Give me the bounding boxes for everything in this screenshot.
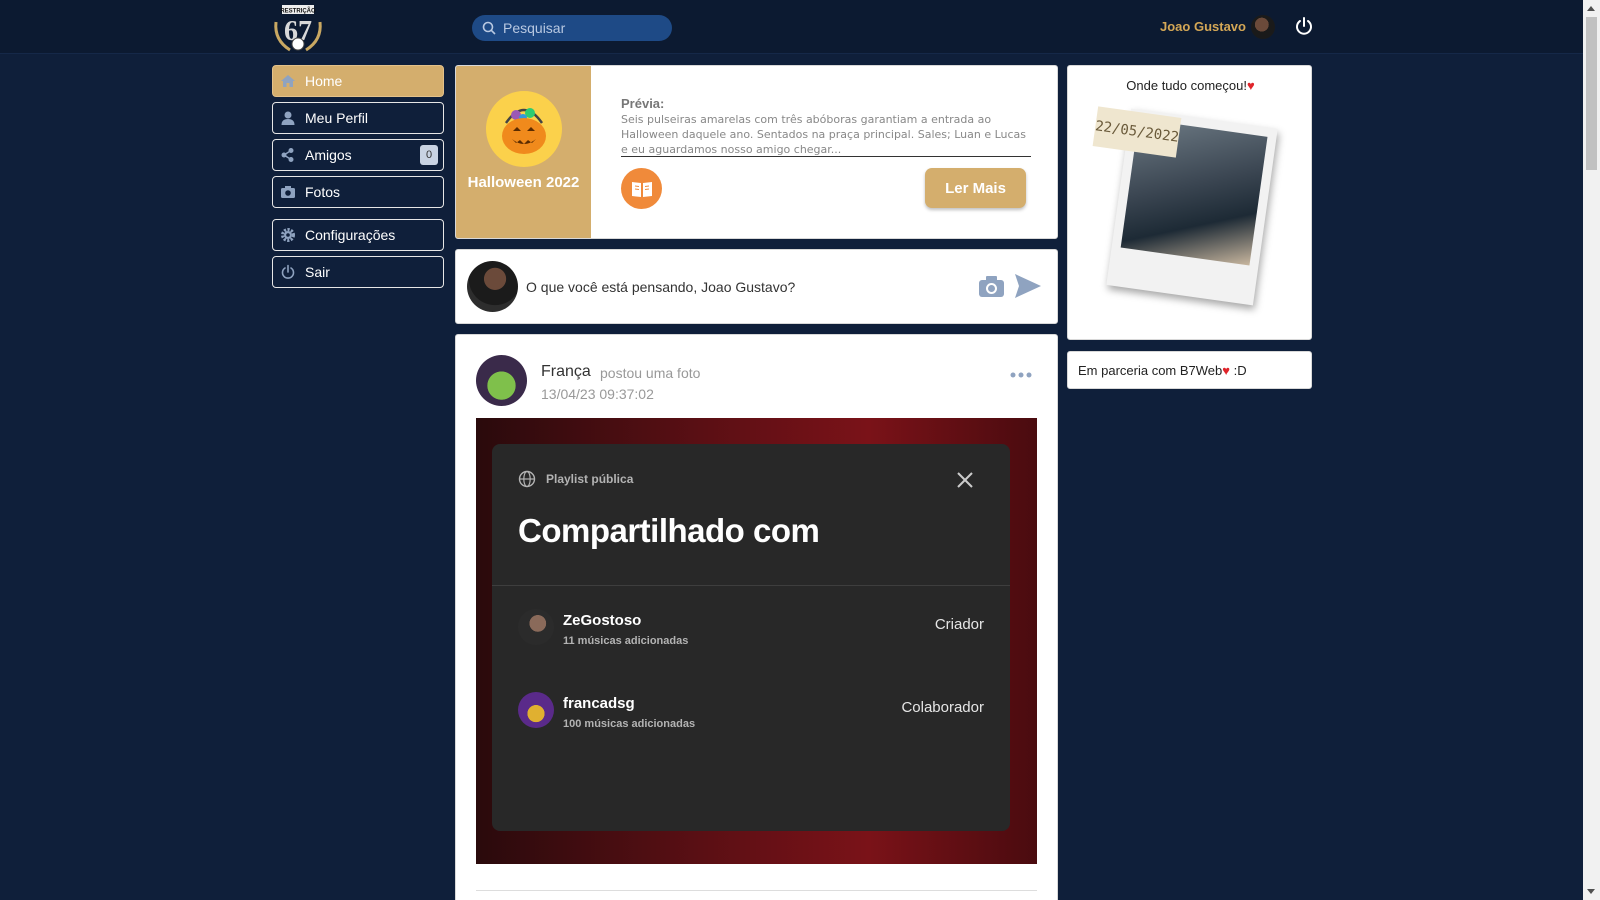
scroll-down-arrow[interactable] [1587, 889, 1595, 894]
user-icon [281, 111, 295, 125]
partner-suffix: :D [1233, 363, 1247, 378]
user-avatar[interactable] [1251, 15, 1275, 39]
open-book-button[interactable] [621, 168, 662, 209]
memory-title-text: Onde tudo começou! [1126, 78, 1247, 93]
sidebar-item-home[interactable]: Home [272, 65, 444, 97]
book-icon [631, 181, 652, 197]
sidebar-item-label: Configurações [305, 227, 396, 243]
sidebar-item-photos[interactable]: Fotos [272, 176, 444, 208]
camera-icon [281, 186, 295, 198]
sidebar-item-logout[interactable]: Sair [272, 256, 444, 288]
preview-text: Seis pulseiras amarelas com três abóbora… [621, 112, 1031, 157]
restricao-67-logo[interactable]: RESTRIÇÃO 67 [270, 2, 326, 54]
avatar [518, 609, 554, 645]
sidebar-item-label: Fotos [305, 184, 341, 200]
sidebar-item-label: Sair [305, 264, 330, 280]
top-bar: RESTRIÇÃO 67 Joao Gustavo [0, 0, 1583, 54]
divider [476, 890, 1037, 891]
story-highlight-card: Halloween 2022 Prévia: Seis pulseiras am… [455, 65, 1058, 239]
heart-icon: ♥ [1246, 78, 1255, 93]
friends-icon [281, 148, 294, 162]
sidebar-item-profile[interactable]: Meu Perfil [272, 102, 444, 134]
page-scrollbar[interactable] [1583, 0, 1600, 900]
feed-post: França postou uma foto 13/04/23 09:37:02… [455, 334, 1058, 900]
user-name[interactable]: Joao Gustavo [1160, 19, 1246, 34]
member-name: francadsg [563, 695, 635, 712]
send-icon[interactable] [1014, 272, 1042, 300]
home-icon [281, 75, 295, 87]
composer-input[interactable]: O que você está pensando, Joao Gustavo? [526, 279, 795, 295]
more-options-icon[interactable] [1010, 372, 1032, 378]
avatar [518, 692, 554, 728]
divider [492, 585, 1010, 586]
power-icon[interactable] [1294, 16, 1314, 36]
globe-icon [518, 470, 536, 488]
memory-title: Onde tudo começou!♥ [1068, 78, 1313, 93]
dialog-title: Compartilhado com [518, 512, 820, 549]
sidebar-item-label: Amigos [305, 147, 352, 163]
sidebar-item-friends[interactable]: Amigos 0 [272, 139, 444, 171]
member-songs: 11 músicas adicionadas [563, 635, 689, 647]
camera-icon[interactable] [978, 274, 1005, 298]
story-cover[interactable]: Halloween 2022 [456, 66, 591, 238]
avatar[interactable] [476, 355, 527, 406]
playlist-visibility: Playlist pública [546, 472, 634, 486]
member-name: ZeGostoso [563, 612, 642, 629]
pumpkin-bucket-icon [485, 91, 562, 167]
search-icon [482, 21, 496, 35]
member-songs: 100 músicas adicionadas [563, 718, 696, 730]
preview-label: Prévia: [621, 96, 665, 111]
shared-with-dialog: Playlist pública Compartilhado com ZeGos… [492, 444, 1010, 831]
sidebar-item-label: Meu Perfil [305, 110, 369, 126]
power-icon [281, 264, 295, 279]
story-title: Halloween 2022 [467, 174, 580, 191]
svg-text:RESTRIÇÃO: RESTRIÇÃO [280, 8, 316, 15]
post-action: postou uma foto [600, 365, 701, 381]
member-role: Criador [934, 616, 984, 633]
avatar[interactable] [467, 261, 518, 312]
partner-card: Em parceria com B7Web♥ :D [1067, 351, 1312, 389]
heart-icon: ♥ [1222, 363, 1230, 378]
scroll-thumb[interactable] [1586, 17, 1597, 170]
post-composer: O que você está pensando, Joao Gustavo? [455, 249, 1058, 324]
list-item[interactable]: ZeGostoso 11 músicas adicionadas Criador [518, 608, 984, 648]
search-input[interactable] [503, 20, 663, 36]
scroll-up-arrow[interactable] [1587, 6, 1595, 11]
partner-text-line: Em parceria com B7Web♥ :D [1078, 363, 1247, 378]
gear-icon [281, 228, 295, 242]
sidebar: Home Meu Perfil Amigos 0 Fotos Configura… [272, 65, 444, 293]
partner-text: Em parceria com B7Web [1078, 363, 1223, 378]
close-icon[interactable] [955, 470, 975, 490]
post-author[interactable]: França [541, 363, 591, 381]
post-image[interactable]: Playlist pública Compartilhado com ZeGos… [476, 418, 1037, 864]
post-date: 13/04/23 09:37:02 [541, 386, 654, 402]
list-item[interactable]: francadsg 100 músicas adicionadas Colabo… [518, 691, 984, 731]
friends-count-badge: 0 [420, 145, 438, 165]
sidebar-item-settings[interactable]: Configurações [272, 219, 444, 251]
read-more-button[interactable]: Ler Mais [925, 168, 1026, 208]
search-bar[interactable] [472, 15, 672, 41]
sidebar-item-label: Home [305, 73, 343, 89]
member-role: Colaborador [901, 699, 984, 716]
